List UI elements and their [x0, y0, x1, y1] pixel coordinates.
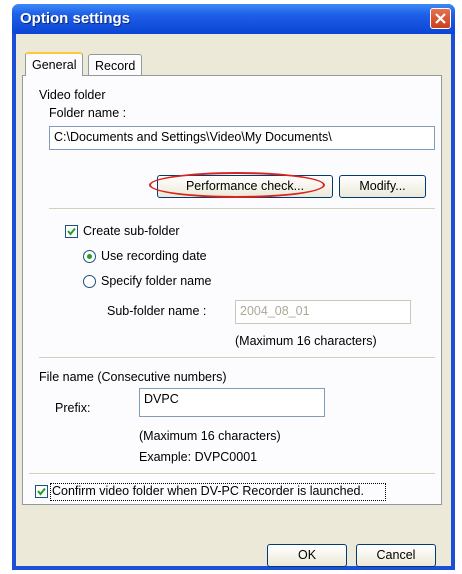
subfolder-max-note: (Maximum 16 characters): [235, 334, 377, 348]
confirm-folder-checkbox[interactable]: [35, 485, 48, 498]
specify-folder-name-label: Specify folder name: [101, 274, 212, 288]
folder-name-field[interactable]: C:\Documents and Settings\Video\My Docum…: [49, 126, 435, 150]
folder-name-label: Folder name :: [49, 106, 127, 120]
separator: [29, 473, 435, 475]
confirm-folder-label: Confirm video folder when DV-PC Recorder…: [52, 484, 364, 498]
prefix-max-note: (Maximum 16 characters): [139, 429, 281, 443]
radio-selected-dot: [87, 254, 92, 259]
tab-general[interactable]: General: [25, 52, 84, 76]
tab-record[interactable]: Record: [88, 54, 143, 75]
ok-button[interactable]: OK: [267, 544, 347, 567]
dialog-client-area: General Record Video folder Folder name …: [16, 34, 451, 567]
subfolder-name-label: Sub-folder name :: [107, 304, 207, 318]
annotation-highlight-ring: [149, 172, 325, 198]
window-title: Option settings: [20, 10, 130, 27]
separator: [49, 208, 435, 210]
subfolder-name-field[interactable]: 2004_08_01: [235, 300, 411, 324]
tab-record-label: Record: [95, 59, 136, 73]
create-subfolder-label: Create sub-folder: [83, 224, 180, 238]
separator: [39, 357, 435, 359]
use-recording-date-radio[interactable]: [83, 250, 96, 263]
checkmark-icon: [37, 487, 46, 496]
modify-button[interactable]: Modify...: [339, 175, 426, 198]
cancel-button[interactable]: Cancel: [356, 544, 436, 567]
file-name-heading: File name (Consecutive numbers): [39, 370, 227, 384]
title-bar[interactable]: Option settings: [12, 4, 455, 34]
create-subfolder-checkbox[interactable]: [65, 225, 78, 238]
specify-folder-name-radio[interactable]: [83, 275, 96, 288]
prefix-field[interactable]: DVPC: [139, 388, 325, 417]
video-folder-heading: Video folder: [39, 88, 106, 102]
close-button[interactable]: [430, 8, 451, 29]
use-recording-date-label: Use recording date: [101, 249, 207, 263]
prefix-label: Prefix:: [55, 401, 91, 415]
general-tab-panel: Video folder Folder name : C:\Documents …: [22, 75, 442, 505]
tab-general-label: General: [32, 58, 77, 72]
prefix-example: Example: DVPC0001: [139, 450, 258, 464]
close-icon: [435, 13, 446, 24]
checkmark-icon: [67, 227, 76, 236]
option-settings-window: Option settings General Record Video fol…: [12, 4, 455, 570]
